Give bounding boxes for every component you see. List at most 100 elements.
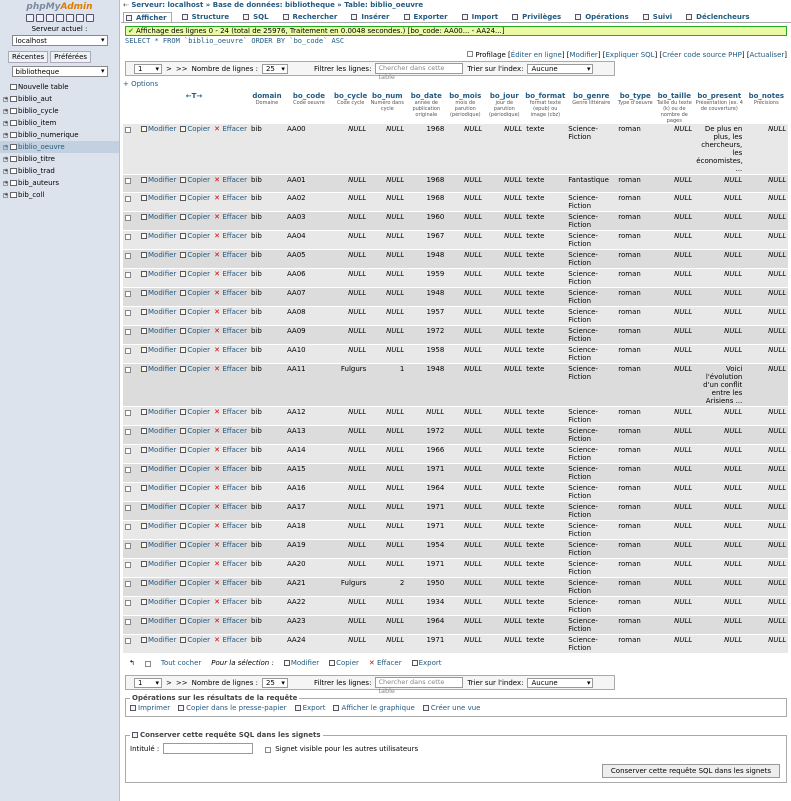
row-delete-link[interactable]: ✕ Effacer [214,636,247,644]
tab-10[interactable]: Déclencheurs [684,12,753,22]
cell-bo_num[interactable]: NULL [368,444,407,464]
cell-bo_present[interactable]: NULL [694,520,745,540]
expand-icon[interactable]: + [3,133,8,138]
column-header-bo_cycle[interactable]: bo_cycle Code cycle [332,92,369,124]
cell-domain[interactable]: bib [248,463,285,483]
row-edit-link[interactable]: Modifier [141,232,176,240]
explain-sql-link[interactable]: Expliquer SQL [606,51,655,59]
cell-bo_cycle[interactable]: NULL [332,482,369,502]
row-delete-link[interactable]: ✕ Effacer [214,327,247,335]
last-page-button-bottom[interactable]: >> [176,679,188,687]
next-page-button-bottom[interactable]: > [166,679,172,687]
cell-bo_date[interactable]: 1960 [406,211,447,231]
row-edit-link[interactable]: Modifier [141,346,176,354]
filter-input[interactable]: Chercher dans cette table [375,63,464,81]
row-delete-link[interactable]: ✕ Effacer [214,176,247,184]
cell-bo_code[interactable]: AA06 [284,268,333,288]
row-checkbox[interactable] [125,486,131,492]
row-delete-link[interactable]: ✕ Effacer [214,346,247,354]
cell-bo_date[interactable]: 1968 [406,124,447,175]
cell-bo_code[interactable]: AA08 [284,306,333,326]
cell-bo_taille[interactable]: NULL [654,596,695,616]
cell-bo_type[interactable]: roman [616,249,655,269]
cell-bo_taille[interactable]: NULL [654,463,695,483]
cell-bo_type[interactable]: roman [616,406,655,426]
cell-domain[interactable]: bib [248,444,285,464]
cell-bo_mois[interactable]: NULL [446,287,485,307]
cell-bo_present[interactable]: De plus en plus, les chercheurs, les éco… [694,124,745,175]
cell-bo_genre[interactable]: Science-Fiction [566,615,617,635]
column-header-bo_mois[interactable]: bo_mois mois de parution (périodique) [446,92,485,124]
cell-bo_num[interactable]: NULL [368,520,407,540]
cell-bo_notes[interactable]: NULL [744,501,789,521]
row-delete-link[interactable]: ✕ Effacer [214,232,247,240]
cell-bo_genre[interactable]: Science-Fiction [566,596,617,616]
row-delete-link[interactable]: ✕ Effacer [214,289,247,297]
row-checkbox[interactable] [125,429,131,435]
cell-bo_present[interactable]: NULL [694,287,745,307]
cell-bo_type[interactable]: roman [616,425,655,445]
cell-bo_present[interactable]: NULL [694,463,745,483]
cell-bo_format[interactable]: texte [524,539,567,559]
row-checkbox[interactable] [125,127,131,133]
refresh-link[interactable]: Actualiser [750,51,785,59]
sort-select-bottom[interactable]: Aucune [527,677,594,688]
cell-bo_jour[interactable]: NULL [484,406,525,426]
column-header-bo_taille[interactable]: bo_taille Taille du texte (k) ou de nombr… [654,92,695,124]
cell-bo_type[interactable]: roman [616,268,655,288]
cell-bo_genre[interactable]: Science-Fiction [566,444,617,464]
row-delete-link[interactable]: ✕ Effacer [214,427,247,435]
cell-bo_code[interactable]: AA02 [284,192,333,212]
last-page-button[interactable]: >> [176,65,188,73]
column-header-bo_num[interactable]: bo_num Numéro dans cycle [368,92,407,124]
row-edit-link[interactable]: Modifier [141,427,176,435]
cell-domain[interactable]: bib [248,577,285,597]
table-item[interactable]: + biblio_trad [0,165,119,177]
cell-bo_jour[interactable]: NULL [484,192,525,212]
cell-bo_format[interactable]: texte [524,463,567,483]
cell-bo_code[interactable]: AA07 [284,287,333,307]
cell-bo_jour[interactable]: NULL [484,124,525,175]
cell-bo_mois[interactable]: NULL [446,406,485,426]
cell-bo_code[interactable]: AA20 [284,558,333,578]
bulk-copy-button[interactable]: Copier [329,659,359,667]
cell-bo_notes[interactable]: NULL [744,615,789,635]
cell-bo_cycle[interactable]: NULL [332,463,369,483]
sort-select[interactable]: Aucune [527,63,594,74]
row-delete-link[interactable]: ✕ Effacer [214,446,247,454]
cell-bo_code[interactable]: AA13 [284,425,333,445]
row-copy-link[interactable]: Copier [180,427,210,435]
row-copy-link[interactable]: Copier [180,176,210,184]
cell-bo_num[interactable]: NULL [368,325,407,345]
table-item[interactable]: + biblio_numerique [0,129,119,141]
cell-bo_type[interactable]: roman [616,344,655,364]
row-edit-link[interactable]: Modifier [141,636,176,644]
table-item[interactable]: + biblio_cycle [0,105,119,117]
cell-bo_type[interactable]: roman [616,501,655,521]
help-icon[interactable] [65,14,74,22]
row-copy-link[interactable]: Copier [180,408,210,416]
cell-bo_cycle[interactable]: NULL [332,268,369,288]
cell-domain[interactable]: bib [248,634,285,654]
cell-bo_genre[interactable]: Science-Fiction [566,577,617,597]
cell-bo_num[interactable]: NULL [368,268,407,288]
cell-bo_taille[interactable]: NULL [654,634,695,654]
cell-bo_type[interactable]: roman [616,174,655,193]
cell-bo_present[interactable]: NULL [694,425,745,445]
expand-icon[interactable]: + [3,97,8,102]
cell-bo_notes[interactable]: NULL [744,230,789,250]
sql-query-icon[interactable] [45,14,54,22]
row-copy-link[interactable]: Copier [180,251,210,259]
cell-bo_genre[interactable]: Science-Fiction [566,425,617,445]
cell-bo_type[interactable]: roman [616,596,655,616]
row-delete-link[interactable]: ✕ Effacer [214,541,247,549]
cell-bo_taille[interactable]: NULL [654,124,695,175]
logout-icon[interactable] [35,14,44,22]
cell-bo_code[interactable]: AA12 [284,406,333,426]
cell-bo_format[interactable]: texte [524,406,567,426]
breadcrumb-server[interactable]: Serveur: localhost [131,1,203,9]
cell-bo_notes[interactable]: NULL [744,287,789,307]
cell-bo_genre[interactable]: Fantastique [566,174,617,193]
row-delete-link[interactable]: ✕ Effacer [214,522,247,530]
docs-icon[interactable] [55,14,64,22]
